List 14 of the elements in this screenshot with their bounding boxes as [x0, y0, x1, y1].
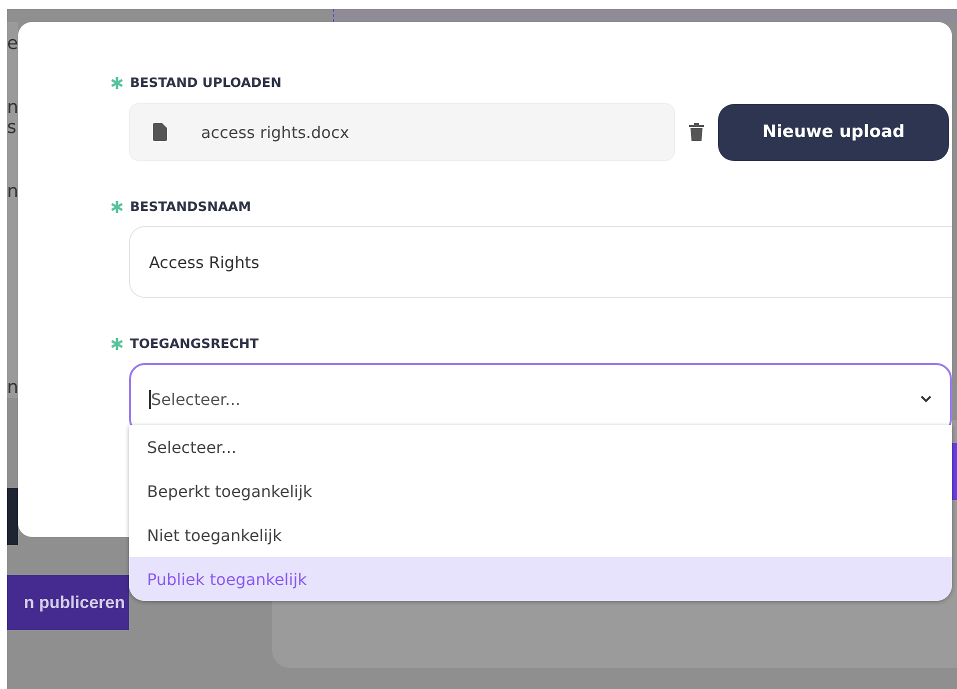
- menu-text: n: [7, 378, 18, 398]
- field-label: TOEGANGSRECHT: [130, 336, 259, 352]
- new-upload-button[interactable]: Nieuwe upload: [718, 104, 949, 160]
- field-label: BESTANDSNAAM: [130, 200, 252, 214]
- field-label: BESTAND UPLOADEN: [130, 76, 282, 90]
- dropdown-option[interactable]: Beperkt toegankelijk: [129, 469, 952, 513]
- menu-text: n: [7, 98, 18, 118]
- file-name: access rights.docx: [201, 122, 350, 142]
- file-name-field[interactable]: Access Rights: [129, 226, 952, 298]
- menu-text: s: [7, 118, 18, 138]
- menu-text: n: [7, 182, 18, 202]
- publish-button[interactable]: n publiceren: [7, 575, 129, 630]
- menu-text: e: [7, 34, 18, 54]
- dropdown-option[interactable]: Niet toegankelijk: [129, 513, 952, 557]
